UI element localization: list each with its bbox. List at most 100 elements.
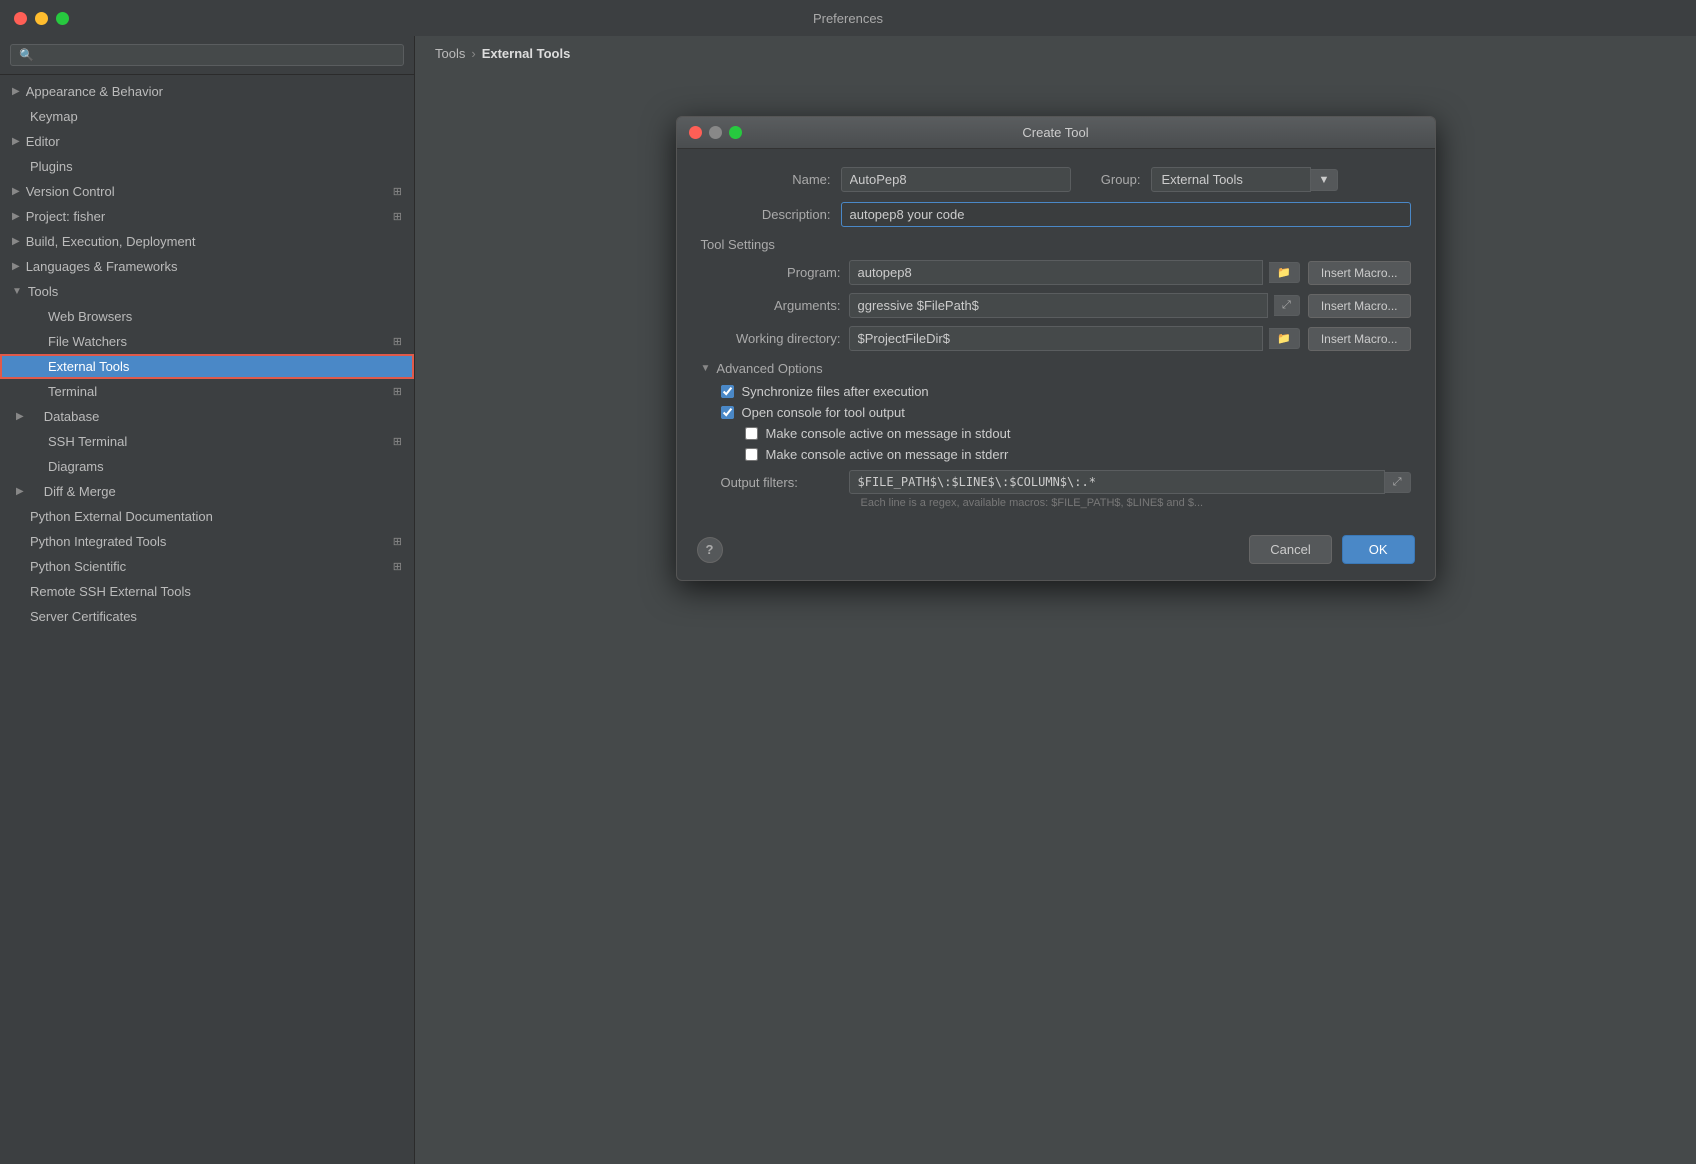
sidebar-item-editor[interactable]: ▶ Editor [0, 129, 414, 154]
dialog-overlay: Create Tool Name: Group: External Tools [415, 36, 1696, 1164]
advanced-label: Advanced Options [716, 361, 822, 376]
dialog-close-button[interactable] [689, 126, 702, 139]
sidebar-item-external-tools[interactable]: External Tools [0, 354, 414, 379]
cancel-button[interactable]: Cancel [1249, 535, 1331, 564]
open-console-row: Open console for tool output [701, 405, 1411, 420]
program-label: Program: [701, 265, 841, 280]
dialog-min-button[interactable] [709, 126, 722, 139]
arguments-input[interactable] [849, 293, 1269, 318]
sidebar-item-diff-merge[interactable]: ▶ Diff & Merge [0, 479, 414, 504]
sidebar-item-python-scientific[interactable]: Python Scientific ⊞ [0, 554, 414, 579]
open-console-label: Open console for tool output [742, 405, 905, 420]
sidebar-item-label: External Tools [48, 359, 129, 374]
sidebar-item-web-browsers[interactable]: Web Browsers [0, 304, 414, 329]
sidebar-item-plugins[interactable]: Plugins [0, 154, 414, 179]
sidebar-item-label: Python Scientific [30, 559, 126, 574]
name-label: Name: [701, 172, 831, 187]
sidebar-item-label: Version Control [26, 184, 115, 199]
dialog-max-button[interactable] [729, 126, 742, 139]
output-filters-input-wrap: ⤢ [849, 470, 1411, 494]
sidebar-item-version-control[interactable]: ▶ Version Control ⊞ [0, 179, 414, 204]
sidebar-item-project[interactable]: ▶ Project: fisher ⊞ [0, 204, 414, 229]
arguments-row: Arguments: ⤢ Insert Macro... [701, 293, 1411, 318]
open-console-checkbox[interactable] [721, 406, 734, 419]
program-input[interactable] [849, 260, 1264, 285]
working-dir-row: Working directory: 📁 Insert Macro... [701, 326, 1411, 351]
sidebar-item-server-certs[interactable]: Server Certificates [0, 604, 414, 629]
sidebar-item-keymap[interactable]: Keymap [0, 104, 414, 129]
sidebar-item-label: File Watchers [48, 334, 127, 349]
sidebar-item-label: Diagrams [48, 459, 104, 474]
sidebar-item-label: Plugins [30, 159, 73, 174]
search-input-wrap[interactable]: 🔍 [10, 44, 404, 66]
sidebar-item-label: Server Certificates [30, 609, 137, 624]
sync-files-checkbox[interactable] [721, 385, 734, 398]
program-browse-button[interactable]: 📁 [1269, 262, 1300, 283]
output-filters-label: Output filters: [721, 475, 841, 490]
close-button[interactable] [14, 12, 27, 25]
output-filters-input[interactable] [849, 470, 1385, 494]
sidebar-item-python-integrated[interactable]: Python Integrated Tools ⊞ [0, 529, 414, 554]
name-input[interactable] [841, 167, 1071, 192]
stderr-active-label: Make console active on message in stderr [766, 447, 1009, 462]
arrow-icon: ▶ [12, 211, 20, 222]
sidebar-item-diagrams[interactable]: Diagrams [0, 454, 414, 479]
arrow-icon: ▶ [12, 136, 20, 147]
working-dir-input[interactable] [849, 326, 1264, 351]
sidebar-item-label: Python Integrated Tools [30, 534, 166, 549]
sidebar-item-remote-ssh[interactable]: Remote SSH External Tools [0, 579, 414, 604]
sidebar-item-ssh[interactable]: SSH Terminal ⊞ [0, 429, 414, 454]
program-insert-macro-button[interactable]: Insert Macro... [1308, 261, 1411, 285]
minimize-button[interactable] [35, 12, 48, 25]
sidebar-item-appearance[interactable]: ▶ Appearance & Behavior [0, 79, 414, 104]
dialog-actions: Cancel OK [1249, 535, 1414, 564]
sidebar-item-file-watchers[interactable]: File Watchers ⊞ [0, 329, 414, 354]
sidebar-item-label: Appearance & Behavior [26, 84, 163, 99]
arrow-icon: ▶ [16, 411, 24, 422]
sidebar-item-label: Terminal [48, 384, 97, 399]
help-button[interactable]: ? [697, 537, 723, 563]
sidebar-item-tools[interactable]: ▼ Tools [0, 279, 414, 304]
working-dir-label: Working directory: [701, 331, 841, 346]
window-title: Preferences [813, 11, 883, 26]
description-input[interactable] [841, 202, 1411, 227]
group-select[interactable]: External Tools [1151, 167, 1311, 192]
sidebar-item-languages[interactable]: ▶ Languages & Frameworks [0, 254, 414, 279]
sidebar-item-label: Web Browsers [48, 309, 132, 324]
advanced-toggle[interactable]: ▼ Advanced Options [701, 361, 1411, 376]
arrow-icon: ▶ [12, 86, 20, 97]
regex-hint: Each line is a regex, available macros: … [701, 497, 1411, 509]
stdout-active-checkbox[interactable] [745, 427, 758, 440]
sync-icon: ⊞ [393, 535, 402, 548]
dialog-window-controls [689, 126, 742, 139]
arrow-icon: ▶ [12, 186, 20, 197]
dialog-footer: ? Cancel OK [677, 525, 1435, 580]
dialog-body: Name: Group: External Tools ▼ Descriptio… [677, 149, 1435, 525]
group-dropdown-button[interactable]: ▼ [1311, 169, 1339, 191]
maximize-button[interactable] [56, 12, 69, 25]
working-dir-insert-macro-button[interactable]: Insert Macro... [1308, 327, 1411, 351]
description-label: Description: [701, 207, 831, 222]
sidebar-item-label: Remote SSH External Tools [30, 584, 191, 599]
stderr-active-checkbox[interactable] [745, 448, 758, 461]
sidebar-item-label: Editor [26, 134, 60, 149]
sync-icon: ⊞ [393, 210, 402, 223]
search-input[interactable] [38, 48, 395, 62]
sidebar-item-build[interactable]: ▶ Build, Execution, Deployment [0, 229, 414, 254]
sidebar-item-python-ext-docs[interactable]: Python External Documentation [0, 504, 414, 529]
arguments-insert-macro-button[interactable]: Insert Macro... [1308, 294, 1411, 318]
title-bar: Preferences [0, 0, 1696, 36]
arguments-expand-button[interactable]: ⤢ [1274, 295, 1300, 316]
ok-button[interactable]: OK [1342, 535, 1415, 564]
output-filters-expand-button[interactable]: ⤢ [1385, 472, 1411, 493]
search-icon: 🔍 [19, 48, 34, 62]
sidebar-item-label: Diff & Merge [44, 484, 116, 499]
working-dir-input-wrap: 📁 [849, 326, 1300, 351]
name-group-row: Name: Group: External Tools ▼ [701, 167, 1411, 192]
sidebar-item-terminal[interactable]: Terminal ⊞ [0, 379, 414, 404]
search-bar: 🔍 [0, 36, 414, 75]
working-dir-browse-button[interactable]: 📁 [1269, 328, 1300, 349]
make-active-stderr-row: Make console active on message in stderr [701, 447, 1411, 462]
sidebar-item-database[interactable]: ▶ Database [0, 404, 414, 429]
sidebar: 🔍 ▶ Appearance & Behavior Keymap ▶ Edito… [0, 36, 415, 1164]
